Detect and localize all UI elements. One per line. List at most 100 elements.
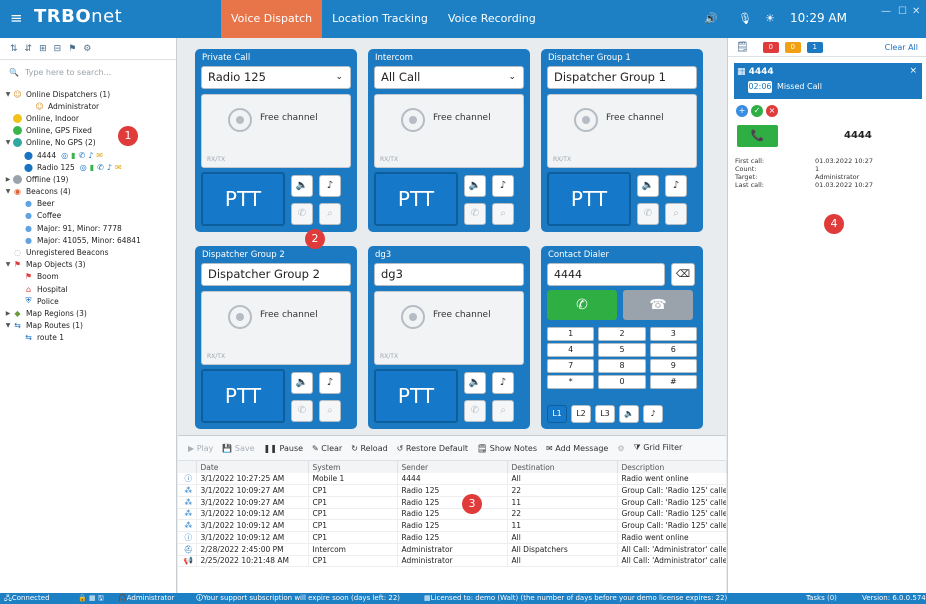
tree-arrow-icon[interactable]: ▼ [4,188,12,195]
clear-all-link[interactable]: Clear All [885,43,918,52]
tree-item[interactable]: ⛨ Police [0,295,176,307]
volume-button[interactable]: 🔈 [464,372,486,394]
target-select[interactable]: Radio 125 ⌄ [201,66,351,89]
dial-key[interactable]: 9 [649,359,697,373]
table-row[interactable]: ⓘ 3/1/2022 10:09:12 AM CP1 Radio 125 All Radi… [178,531,727,544]
gear-icon[interactable]: ⚙ [617,444,624,453]
ptt-button[interactable]: PTT [201,369,285,423]
music-note-button[interactable]: ♪ [643,405,663,423]
play-button[interactable]: ▶ Play [188,444,213,453]
music-note-button[interactable]: ♪ [319,372,341,394]
zoom-button[interactable]: ⌕ [665,203,687,225]
tree-item[interactable]: ▼ ☺ Online Dispatchers (1) [0,88,176,100]
tree-item[interactable]: ▶ Offline (19) [0,173,176,185]
tasks-status[interactable]: Tasks (0) ⌃ [806,593,837,604]
search-bar[interactable]: 🔍 Type here to search... [0,60,176,84]
music-note-button[interactable]: ♪ [319,175,341,197]
tree-item[interactable]: ● Major: 91, Minor: 7778 [0,222,176,234]
pause-button[interactable]: ❚❚ Pause [264,444,303,453]
ptt-button[interactable]: PTT [374,369,458,423]
volume-button[interactable]: 🔈 [291,175,313,197]
ptt-button[interactable]: PTT [374,172,458,226]
table-row[interactable]: ⁂ 3/1/2022 10:09:27 AM CP1 Radio 125 22 Group… [178,484,727,497]
collapse-all-icon[interactable]: ⊟ [54,44,62,54]
tree-item[interactable]: ◌ Unregistered Beacons [0,246,176,258]
check-icon[interactable]: ✓ [751,105,763,117]
call-button[interactable]: ✆ [464,400,486,422]
dial-key[interactable]: 4 [547,343,595,357]
tree-item[interactable]: ● Beer [0,198,176,210]
expand-all-icon[interactable]: ⊞ [39,44,47,54]
message-icon[interactable]: ✉ [96,151,103,160]
zoom-button[interactable]: ⌕ [319,203,341,225]
table-row[interactable]: ⁂ 3/1/2022 10:09:12 AM CP1 Radio 125 11 Group… [178,519,727,532]
col-sender[interactable]: Sender [397,461,508,473]
tree-item[interactable]: Online, Indoor [0,112,176,124]
close-icon[interactable]: ✕ [912,6,920,17]
tree-item[interactable]: ⚑ Boom [0,271,176,283]
music-note-button[interactable]: ♪ [492,372,514,394]
dial-key[interactable]: # [649,375,697,389]
call-button[interactable]: ✆ [291,203,313,225]
ptt-button[interactable]: PTT [201,172,285,226]
missed-call-card[interactable]: ▦ 4444 02:06 Missed Call × [734,63,922,99]
dismiss-icon[interactable]: × [766,105,778,117]
sort-icon[interactable]: ⇵ [25,44,33,54]
notes-icon[interactable]: 🗒 [736,42,749,53]
reload-button[interactable]: ↻ Reload [351,444,387,453]
dial-key[interactable]: 0 [598,375,646,389]
search-input[interactable]: Type here to search... [25,68,111,77]
speaker-icon[interactable]: 🔊 [704,12,718,25]
tree-item[interactable]: ⬤ Radio 125 ◎ ▮ ✆ ♪ ✉ [0,161,176,173]
table-row[interactable]: ⛑ 2/28/2022 2:45:00 PM Intercom Administrat… [178,543,727,556]
tree-item[interactable]: ▼ Online, No GPS (2) [0,137,176,149]
tree-arrow-icon[interactable]: ▼ [4,139,12,146]
dial-number-input[interactable]: 4444 [547,263,665,286]
tree-arrow-icon[interactable]: ▶ [4,310,12,317]
tab-voice-dispatch[interactable]: Voice Dispatch [221,0,323,38]
tree-item[interactable]: ● Coffee [0,210,176,222]
line-button[interactable]: L2 [571,405,591,423]
backspace-icon[interactable]: ⌫ [671,263,695,286]
tree-item[interactable]: ▼ ⚑ Map Objects (3) [0,259,176,271]
zoom-button[interactable]: ⌕ [492,203,514,225]
line-button[interactable]: L1 [547,405,567,423]
dial-key[interactable]: 2 [598,327,646,341]
tree-item[interactable]: ▼ ⇆ Map Routes (1) [0,320,176,332]
target-select[interactable]: dg3 [374,263,524,286]
tree-item[interactable]: ▶ ◆ Map Regions (3) [0,307,176,319]
dial-key[interactable]: 1 [547,327,595,341]
tree-item[interactable]: ● Major: 41055, Minor: 64841 [0,234,176,246]
location-icon[interactable]: ◎ [61,151,68,160]
volume-button[interactable]: 🔈 [464,175,486,197]
dial-key[interactable]: 8 [598,359,646,373]
tree-item[interactable]: ⬤ 4444 ◎ ▮ ✆ ♪ ✉ [0,149,176,161]
settings-icon[interactable]: ⚙ [83,44,91,54]
table-row[interactable]: ⁂ 3/1/2022 10:09:12 AM CP1 Radio 125 22 Group… [178,508,727,521]
alert-icon[interactable]: ♪ [88,151,93,160]
table-row[interactable]: ⁂ 3/1/2022 10:09:27 AM CP1 Radio 125 11 Group… [178,496,727,509]
col-description[interactable]: Description [617,461,727,473]
location-icon[interactable]: ◎ [80,163,87,172]
add-icon[interactable]: + [736,105,748,117]
volume-button[interactable]: 🔈 [637,175,659,197]
callback-button[interactable]: 📞 [737,125,778,147]
dial-key[interactable]: 7 [547,359,595,373]
beacon-filter-icon[interactable]: ⚑ [68,44,76,54]
tree-item[interactable]: ▼ ◉ Beacons (4) [0,186,176,198]
tree-item[interactable]: ⇆ route 1 [0,332,176,344]
hangup-button[interactable]: ☎ [623,290,693,320]
tree-arrow-icon[interactable]: ▼ [4,261,12,268]
tree-arrow-icon[interactable]: ▼ [4,322,12,329]
volume-button[interactable]: 🔈 [291,372,313,394]
music-note-button[interactable]: ♪ [665,175,687,197]
alert-icon[interactable]: ♪ [107,163,112,172]
battery-icon[interactable]: ▮ [71,151,75,160]
table-row[interactable]: 📢 2/25/2022 10:21:48 AM CP1 Administrator Al… [178,555,727,568]
dial-key[interactable]: 5 [598,343,646,357]
col-date[interactable]: Date [196,461,309,473]
show-notes-button[interactable]: 🗒 Show Notes [477,444,537,453]
target-select[interactable]: Dispatcher Group 1 [547,66,697,89]
message-icon[interactable]: ✉ [115,163,122,172]
minimize-icon[interactable]: — [881,6,891,17]
